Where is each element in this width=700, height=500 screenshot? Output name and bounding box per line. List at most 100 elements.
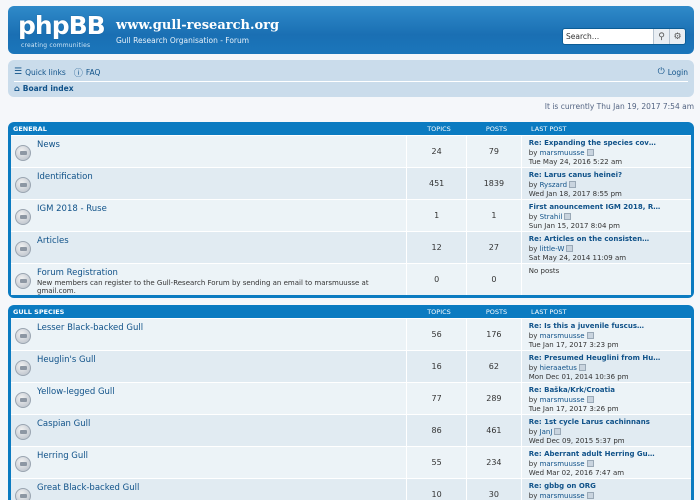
last-post-author[interactable]: marsmuusse — [540, 332, 585, 340]
topics-count: 24 — [407, 136, 467, 167]
last-post-date: Sat May 24, 2014 11:09 am — [528, 254, 627, 262]
forum-name-link[interactable]: Great Black-backed Gull — [37, 483, 406, 493]
forum-read-icon — [15, 360, 31, 376]
home-icon: ⌂ — [14, 84, 20, 93]
topics-column-header: TOPICS — [427, 307, 451, 316]
forum-row: Forum Registration New members can regis… — [11, 263, 691, 295]
last-post-author[interactable]: hieraaetus — [540, 364, 577, 372]
view-latest-post-icon[interactable] — [586, 491, 594, 499]
last-post: Re: Aberrant adult Herring Gu… by marsmu… — [522, 447, 691, 478]
forum-row: Heuglin's Gull 16 62 Re: Presumed Heugli… — [11, 350, 691, 382]
topics-count: 1 — [407, 200, 467, 231]
section-title[interactable]: GENERAL — [11, 125, 409, 133]
phpbb-logo[interactable]: phpBB creating communities — [18, 12, 108, 50]
view-latest-post-icon[interactable] — [564, 212, 572, 220]
last-post-title[interactable]: Re: Articles on the consisten… — [529, 235, 691, 245]
last-post-author[interactable]: marsmuusse — [540, 492, 585, 500]
forum-name-link[interactable]: Herring Gull — [37, 451, 406, 461]
by-label: by — [528, 180, 538, 189]
posts-count: 62 — [467, 351, 522, 382]
topics-count: 16 — [407, 351, 467, 382]
last-post-date: Wed Dec 09, 2015 5:37 pm — [528, 437, 625, 445]
section-header: GULL SPECIES TOPICS POSTS LAST POST — [11, 305, 691, 318]
topics-count: 12 — [407, 232, 467, 263]
question-icon: ⓘ — [73, 68, 83, 79]
login-link[interactable]: ⏻ Login — [658, 67, 688, 77]
advanced-search-button[interactable]: ⚙ — [669, 29, 685, 44]
last-post-title[interactable]: Re: Expanding the species cov… — [529, 139, 691, 149]
last-post-date: Tue May 24, 2016 5:22 am — [528, 158, 623, 166]
forum-read-icon — [15, 209, 31, 225]
last-post-title[interactable]: Re: Larus canus heinei? — [529, 171, 691, 181]
posts-count: 176 — [467, 319, 522, 350]
forum-read-icon — [15, 488, 31, 500]
search-box: Search… ⚲ ⚙ — [562, 28, 686, 45]
site-description: Gull Research Organisation - Forum — [116, 36, 250, 45]
last-post-author[interactable]: Strahil — [540, 213, 563, 221]
forum-name-link[interactable]: IGM 2018 - Ruse — [37, 204, 406, 214]
forum-row: Lesser Black-backed Gull 56 176 Re: Is t… — [11, 318, 691, 350]
nav-divider — [14, 81, 688, 82]
last-post-title[interactable]: Re: Aberrant adult Herring Gu… — [529, 450, 691, 460]
by-label: by — [528, 148, 538, 157]
forum-name-link[interactable]: Lesser Black-backed Gull — [37, 323, 406, 333]
last-post: Re: Expanding the species cov… by marsmu… — [522, 136, 691, 167]
forum-read-icon — [15, 392, 31, 408]
search-input[interactable]: Search… — [563, 29, 653, 44]
by-label: by — [528, 491, 538, 500]
forum-name-link[interactable]: Yellow-legged Gull — [37, 387, 406, 397]
forum-row: Yellow-legged Gull 77 289 Re: Baška/Krk/… — [11, 382, 691, 414]
last-post-author[interactable]: little-W — [540, 245, 565, 253]
posts-count: 461 — [467, 415, 522, 446]
last-post-title[interactable]: Re: Presumed Heuglini from Hu… — [529, 354, 691, 364]
faq-link[interactable]: ⓘ FAQ — [74, 66, 101, 79]
forum-name-link[interactable]: Forum Registration — [37, 268, 406, 278]
login-label: Login — [667, 67, 688, 77]
view-latest-post-icon[interactable] — [554, 427, 562, 435]
last-post: Re: Baška/Krk/Croatia by marsmuusse Tue … — [522, 383, 691, 414]
quick-links-menu[interactable]: ☰ Quick links — [14, 67, 66, 77]
breadcrumb[interactable]: ⌂ Board index — [14, 84, 74, 93]
view-latest-post-icon[interactable] — [586, 148, 594, 156]
forum-sections: GENERAL TOPICS POSTS LAST POST News 24 7… — [8, 122, 694, 500]
forum-name-link[interactable]: Identification — [37, 172, 406, 182]
view-latest-post-icon[interactable] — [586, 331, 594, 339]
topics-count: 10 — [407, 479, 467, 500]
last-post-author[interactable]: marsmuusse — [540, 396, 585, 404]
site-title[interactable]: www.gull-research.org — [116, 18, 279, 33]
section-title[interactable]: GULL SPECIES — [11, 308, 409, 316]
posts-count: 79 — [467, 136, 522, 167]
last-post-title[interactable]: Re: Is this a juvenile fuscus… — [529, 322, 691, 332]
last-post-title[interactable]: Re: gbbg on ORG — [529, 482, 691, 492]
forum-name-link[interactable]: Heuglin's Gull — [37, 355, 406, 365]
section-header: GENERAL TOPICS POSTS LAST POST — [11, 122, 691, 135]
forum-name-link[interactable]: Articles — [37, 236, 406, 246]
forum-row: IGM 2018 - Ruse 1 1 First anouncement IG… — [11, 199, 691, 231]
view-latest-post-icon[interactable] — [566, 244, 574, 252]
by-label: by — [528, 212, 538, 221]
view-latest-post-icon[interactable] — [578, 363, 586, 371]
forum-list: Lesser Black-backed Gull 56 176 Re: Is t… — [11, 318, 691, 500]
forum-read-icon — [15, 177, 31, 193]
last-post-author[interactable]: marsmuusse — [540, 149, 585, 157]
last-post-title[interactable]: First anouncement IGM 2018, R… — [529, 203, 691, 213]
last-post-title[interactable]: Re: Baška/Krk/Croatia — [529, 386, 691, 396]
board-index-link[interactable]: Board index — [23, 84, 74, 93]
view-latest-post-icon[interactable] — [569, 180, 577, 188]
forum-row: Great Black-backed Gull 10 30 Re: gbbg o… — [11, 478, 691, 500]
forum-read-icon — [15, 145, 31, 161]
last-post-date: Wed Mar 02, 2016 7:47 am — [528, 469, 625, 477]
view-latest-post-icon[interactable] — [586, 459, 594, 467]
view-latest-post-icon[interactable] — [586, 395, 594, 403]
forum-name-link[interactable]: Caspian Gull — [37, 419, 406, 429]
by-label: by — [528, 395, 538, 404]
last-post-author[interactable]: Ryszard — [540, 181, 567, 189]
last-post-author[interactable]: marsmuusse — [540, 460, 585, 468]
last-post: Re: 1st cycle Larus cachinnans by JanJ W… — [522, 415, 691, 446]
logo-tagline: creating communities — [21, 42, 91, 49]
last-post-title[interactable]: Re: 1st cycle Larus cachinnans — [529, 418, 691, 428]
forum-description: New members can register to the Gull-Res… — [37, 279, 369, 295]
search-button[interactable]: ⚲ — [653, 29, 669, 44]
last-post-author[interactable]: JanJ — [540, 428, 553, 436]
forum-name-link[interactable]: News — [37, 140, 406, 150]
